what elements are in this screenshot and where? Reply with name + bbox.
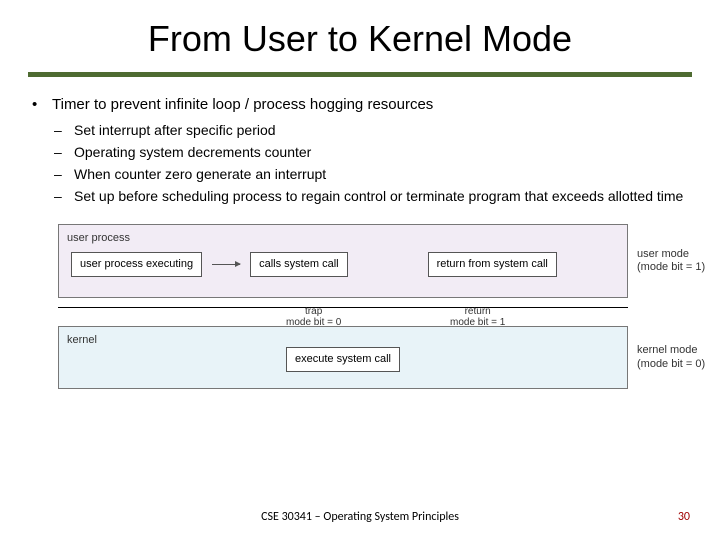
kernel-box-row: execute system call	[67, 347, 619, 372]
return-annotation: return mode bit = 1	[450, 306, 505, 328]
diagram-inner: user process user process executing call…	[58, 224, 628, 389]
sub-bullet-item: – Set interrupt after specific period	[54, 121, 688, 140]
mode-diagram: user process user process executing call…	[58, 224, 662, 389]
mode-divider	[58, 307, 628, 308]
sub-bullet-text: Set up before scheduling process to rega…	[74, 187, 683, 206]
footer-course-label: CSE 30341 – Operating System Principles	[0, 510, 720, 524]
sub-bullet-text: Operating system decrements counter	[74, 143, 311, 162]
box-execute-system-call: execute system call	[286, 347, 400, 372]
kernel-panel-label: kernel	[67, 333, 97, 348]
bullet-dot-icon: •	[32, 95, 52, 115]
dash-icon: –	[54, 143, 74, 162]
kernel-mode-side-label: kernel mode (mode bit = 0)	[637, 344, 705, 370]
slide-footer: CSE 30341 – Operating System Principles …	[0, 510, 720, 524]
dash-icon: –	[54, 187, 74, 206]
dash-icon: –	[54, 165, 74, 184]
body-content: • Timer to prevent infinite loop / proce…	[0, 77, 720, 389]
slide-title: From User to Kernel Mode	[0, 0, 720, 66]
box-user-executing: user process executing	[71, 252, 202, 277]
user-mode-line2: (mode bit = 1)	[637, 261, 705, 273]
dash-icon: –	[54, 121, 74, 140]
bullet-item: • Timer to prevent infinite loop / proce…	[32, 95, 688, 115]
trap-annotation: trap mode bit = 0	[286, 306, 341, 328]
sub-bullet-item: – When counter zero generate an interrup…	[54, 165, 688, 184]
kernel-panel: kernel execute system call kernel mode (…	[58, 326, 628, 389]
box-calls-system-call: calls system call	[250, 252, 347, 277]
user-panel-label: user process	[67, 231, 619, 246]
trap-line1: trap	[305, 306, 322, 317]
arrow-right-icon	[212, 264, 240, 265]
sub-bullet-text: Set interrupt after specific period	[74, 121, 276, 140]
user-process-panel: user process user process executing call…	[58, 224, 628, 298]
sub-bullet-item: – Operating system decrements counter	[54, 143, 688, 162]
sub-bullet-text: When counter zero generate an interrupt	[74, 165, 326, 184]
user-mode-line1: user mode	[637, 248, 689, 260]
kernel-mode-line1: kernel mode	[637, 344, 698, 356]
kernel-mode-line2: (mode bit = 0)	[637, 357, 705, 369]
return-line1: return	[465, 306, 491, 317]
sub-bullet-list: – Set interrupt after specific period – …	[54, 121, 688, 206]
sub-bullet-item: – Set up before scheduling process to re…	[54, 187, 688, 206]
user-mode-side-label: user mode (mode bit = 1)	[637, 248, 705, 274]
user-box-row: user process executing calls system call…	[71, 252, 619, 277]
bullet-text: Timer to prevent infinite loop / process…	[52, 95, 433, 115]
slide: From User to Kernel Mode • Timer to prev…	[0, 0, 720, 540]
box-return-from-syscall: return from system call	[428, 252, 557, 277]
